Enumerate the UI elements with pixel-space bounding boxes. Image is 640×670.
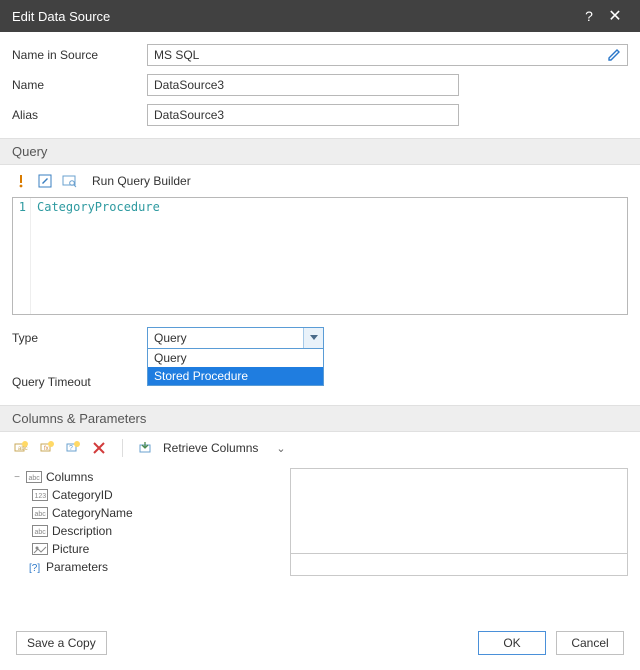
svg-text:?: ?	[69, 445, 73, 452]
svg-text:abc: abc	[35, 529, 47, 536]
col-label: Picture	[52, 542, 89, 556]
dropdown-button[interactable]	[303, 328, 323, 348]
retrieve-columns-button[interactable]: Retrieve Columns	[163, 441, 258, 455]
svg-text:[?]: [?]	[29, 563, 40, 573]
name-in-source-value: MS SQL	[154, 48, 199, 62]
spacer	[12, 562, 22, 572]
svg-text:123: 123	[35, 493, 47, 500]
type-label: Type	[12, 331, 147, 345]
params-label: Parameters	[46, 560, 108, 574]
name-in-source-field[interactable]: MS SQL	[147, 44, 628, 66]
name-input[interactable]	[147, 74, 459, 96]
view-sql-icon[interactable]	[60, 172, 78, 190]
query-toolbar: Run Query Builder	[0, 165, 640, 197]
edit-source-icon[interactable]	[607, 48, 621, 62]
columns-section-header: Columns & Parameters	[0, 405, 640, 432]
abc-icon: abc	[32, 506, 48, 520]
query-editor[interactable]: 1 CategoryProcedure	[12, 197, 628, 315]
save-a-copy-button[interactable]: Save a Copy	[16, 631, 107, 655]
footer: Save a Copy OK Cancel	[0, 626, 640, 670]
tree-item-categoryname[interactable]: abc CategoryName	[12, 504, 282, 522]
edit-icon[interactable]	[36, 172, 54, 190]
type-value: Query	[154, 331, 187, 345]
retrieve-icon[interactable]	[137, 439, 155, 457]
cancel-button[interactable]: Cancel	[556, 631, 624, 655]
col-label: Description	[52, 524, 112, 538]
toolbar-separator	[122, 439, 123, 457]
col-label: CategoryName	[52, 506, 133, 520]
tree-item-picture[interactable]: Picture	[12, 540, 282, 558]
columns-toolbar: abc fx ? Retrieve Columns ⌄	[0, 432, 640, 464]
name-label: Name	[12, 78, 147, 92]
abc-icon: abc	[26, 470, 42, 484]
run-query-builder-button[interactable]: Run Query Builder	[92, 174, 191, 188]
type-dropdown: Query Stored Procedure	[147, 349, 324, 386]
warning-icon[interactable]	[12, 172, 30, 190]
tree-parameters[interactable]: [?] Parameters	[12, 558, 282, 576]
alias-label: Alias	[12, 108, 147, 122]
description-main[interactable]	[290, 468, 628, 554]
line-number: 1	[13, 200, 26, 214]
alias-input[interactable]	[147, 104, 459, 126]
svg-text:fx: fx	[44, 446, 49, 452]
int-icon: 123	[32, 488, 48, 502]
title-bar: Edit Data Source ? ✕	[0, 0, 640, 32]
description-panel	[290, 468, 628, 576]
window-title: Edit Data Source	[12, 9, 576, 24]
svg-text:abc: abc	[35, 511, 47, 518]
code-text[interactable]: CategoryProcedure	[31, 198, 627, 314]
code-gutter: 1	[13, 198, 31, 314]
new-column-icon[interactable]: abc	[12, 439, 30, 457]
image-icon	[32, 542, 48, 556]
col-label: CategoryID	[52, 488, 113, 502]
type-select[interactable]: Query	[147, 327, 324, 349]
description-footer[interactable]	[290, 554, 628, 576]
name-in-source-label: Name in Source	[12, 48, 147, 62]
ok-button[interactable]: OK	[478, 631, 546, 655]
chevron-down-icon[interactable]: ⌄	[276, 442, 285, 455]
collapse-icon[interactable]: −	[12, 472, 22, 482]
help-button[interactable]: ?	[576, 8, 602, 24]
close-button[interactable]: ✕	[602, 6, 628, 26]
abc-icon: abc	[32, 524, 48, 538]
option-query[interactable]: Query	[148, 349, 323, 367]
query-section-header: Query	[0, 138, 640, 165]
param-icon: [?]	[26, 560, 42, 574]
tree-root[interactable]: − abc Columns	[12, 468, 282, 486]
tree-root-label: Columns	[46, 470, 93, 484]
query-timeout-label: Query Timeout	[12, 375, 147, 389]
tree-item-categoryid[interactable]: 123 CategoryID	[12, 486, 282, 504]
columns-tree: − abc Columns 123 CategoryID abc Categor…	[12, 468, 282, 576]
option-stored-procedure[interactable]: Stored Procedure	[148, 367, 323, 385]
new-param-icon[interactable]: ?	[64, 439, 82, 457]
delete-icon[interactable]	[90, 439, 108, 457]
tree-item-description[interactable]: abc Description	[12, 522, 282, 540]
svg-text:abc: abc	[29, 475, 41, 482]
new-calc-column-icon[interactable]: fx	[38, 439, 56, 457]
svg-text:abc: abc	[18, 446, 28, 452]
